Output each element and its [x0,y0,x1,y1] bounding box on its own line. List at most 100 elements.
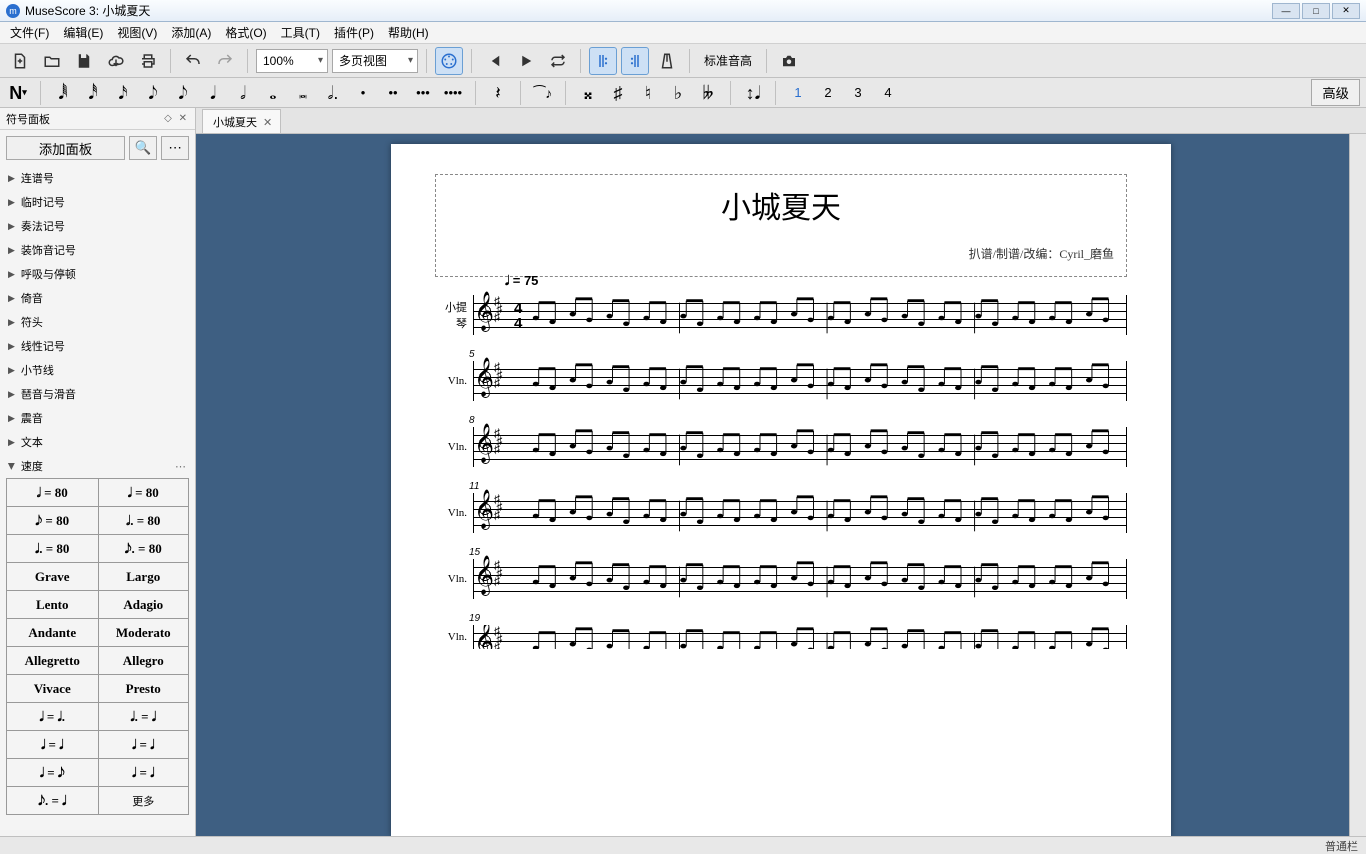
menu-view[interactable]: 视图(V) [111,22,163,43]
voice-2[interactable]: 2 [816,81,840,105]
redo-button[interactable] [211,47,239,75]
rest-button[interactable]: 𝄽 [486,81,510,105]
palette-undock-icon[interactable]: ◇ ✕ [164,113,189,124]
undo-button[interactable] [179,47,207,75]
tempo-cell[interactable]: 𝅘𝅥 = 80 [98,479,190,507]
voice-1[interactable]: 1 [786,81,810,105]
tempo-cell[interactable]: Andante [6,619,98,647]
camera-button[interactable] [775,47,803,75]
note-half[interactable]: 𝅗𝅥 [231,81,255,105]
zoom-combo[interactable]: 100% [256,49,328,73]
palette-item[interactable]: ▶线性记号 [0,334,195,358]
print-button[interactable] [134,47,162,75]
new-file-button[interactable] [6,47,34,75]
staff-system[interactable]: Vln. 8 𝄞 ♯ ♯♯ [435,427,1127,467]
staff-system[interactable]: Vln. 11 𝄞 ♯ ♯♯ [435,493,1127,533]
tempo-cell[interactable]: 𝅘𝅥𝅮. = 𝅘𝅥 [6,787,98,815]
minimize-button[interactable]: — [1272,3,1300,19]
tempo-cell-more[interactable]: 更多 [98,787,190,815]
tempo-cell[interactable]: 𝅘𝅥 = 𝅘𝅥𝅮 [6,759,98,787]
tempo-cell[interactable]: Lento [6,591,98,619]
staff-system[interactable]: Vln. 15 𝄞 ♯ ♯♯ [435,559,1127,599]
tempo-cell[interactable]: Vivace [6,675,98,703]
note-breve[interactable]: 𝅜 [291,81,315,105]
voice-3[interactable]: 3 [846,81,870,105]
tempo-cell[interactable]: 𝅘𝅥𝅮. = 80 [98,535,190,563]
play-button[interactable] [512,47,540,75]
open-file-button[interactable] [38,47,66,75]
title-frame[interactable]: 小城夏天 扒谱/制谱/改编：Cyril_磨鱼 [435,174,1127,277]
add-palette-button[interactable]: 添加面板 [6,136,125,160]
loop-button[interactable] [544,47,572,75]
staff-system[interactable]: 小提琴 𝅘𝅥 = 75 𝄞 ♯ ♯♯ 44 [435,295,1127,335]
tab-close-icon[interactable]: ✕ [263,116,272,129]
double-sharp-icon[interactable]: 𝄪 [576,81,600,105]
maximize-button[interactable]: □ [1302,3,1330,19]
note-whole[interactable]: 𝅝 [261,81,285,105]
viewmode-combo[interactable]: 多页视图 [332,49,418,73]
palette-item[interactable]: ▶临时记号 [0,190,195,214]
midi-button[interactable] [435,47,463,75]
voice-4[interactable]: 4 [876,81,900,105]
save-button[interactable] [70,47,98,75]
palette-item[interactable]: ▶倚音 [0,286,195,310]
palette-item[interactable]: ▶琶音与滑音 [0,382,195,406]
tempo-cell[interactable]: 𝅗𝅥. = 80 [98,507,190,535]
note-quarter[interactable]: 𝅘𝅥 [201,81,225,105]
note-8th-alt[interactable]: 𝅘𝅥𝅮 [171,81,195,105]
tie-button[interactable]: ⁀♪ [531,81,555,105]
menu-edit[interactable]: 编辑(E) [57,22,109,43]
rewind-button[interactable] [480,47,508,75]
double-flat-icon[interactable]: 𝄫 [696,81,720,105]
palette-item[interactable]: ▶符头 [0,310,195,334]
palette-item[interactable]: ▶震音 [0,406,195,430]
cloud-button[interactable] [102,47,130,75]
palette-item[interactable]: ▶小节线 [0,358,195,382]
palette-item[interactable]: ▶文本 [0,430,195,454]
natural-icon[interactable]: ♮ [636,81,660,105]
flip-stem-button[interactable]: ↕𝅘𝅥 [741,81,765,105]
repeat-out-button[interactable] [621,47,649,75]
tempo-cell[interactable]: Moderato [98,619,190,647]
metronome-button[interactable] [653,47,681,75]
palette-item-tempo[interactable]: ▶速度⋯ [0,454,195,478]
menu-tools[interactable]: 工具(T) [275,22,326,43]
tempo-cell[interactable]: 𝅘𝅥𝅮 = 80 [6,507,98,535]
tempo-cell[interactable]: Grave [6,563,98,591]
tempo-cell[interactable]: 𝅘𝅥 = 𝅘𝅥 [98,759,190,787]
quad-dot-button[interactable]: •••• [441,81,465,105]
menu-add[interactable]: 添加(A) [165,22,217,43]
advanced-button[interactable]: 高级 [1311,79,1360,106]
flat-icon[interactable]: ♭ [666,81,690,105]
score-title[interactable]: 小城夏天 [448,183,1114,227]
triple-dot-button[interactable]: ••• [411,81,435,105]
score-canvas[interactable]: 小城夏天 扒谱/制谱/改编：Cyril_磨鱼 小提琴 𝅘𝅥 = 75 𝄞 ♯ ♯… [196,134,1366,836]
noteinput-mode-button[interactable]: N▾ [6,81,30,105]
tempo-cell[interactable]: Allegro [98,647,190,675]
close-window-button[interactable]: ✕ [1332,3,1360,19]
tempo-cell[interactable]: 𝅘𝅥. = 80 [6,535,98,563]
sharp-icon[interactable]: ♯ [606,81,630,105]
repeat-in-button[interactable] [589,47,617,75]
tempo-cell[interactable]: Presto [98,675,190,703]
score-subtitle[interactable]: 扒谱/制谱/改编：Cyril_磨鱼 [448,245,1114,262]
tempo-cell[interactable]: Largo [98,563,190,591]
note-dotted-half[interactable]: 𝅗𝅥. [321,81,345,105]
note-16th[interactable]: 𝅘𝅥𝅯 [111,81,135,105]
note-64th[interactable]: 𝅘𝅥𝅱 [51,81,75,105]
score-tab[interactable]: 小城夏天 ✕ [202,109,281,133]
palette-search-button[interactable]: 🔍 [129,136,157,160]
palette-item[interactable]: ▶装饰音记号 [0,238,195,262]
staff-system[interactable]: Vln. 19 𝄞 ♯ ♯♯ [435,625,1127,649]
tempo-cell[interactable]: 𝅘𝅥. = 𝅘𝅥 [98,703,190,731]
palette-more-button[interactable]: ⋯ [161,136,189,160]
tempo-cell[interactable]: Allegretto [6,647,98,675]
staff-system[interactable]: Vln. 5 𝄞 ♯ ♯♯ [435,361,1127,401]
tempo-cell[interactable]: 𝅘𝅥 = 𝅘𝅥 [6,731,98,759]
tempo-mark[interactable]: 𝅘𝅥 = 75 [505,273,538,289]
menu-plugins[interactable]: 插件(P) [328,22,380,43]
palette-item[interactable]: ▶呼吸与停顿 [0,262,195,286]
tempo-cell[interactable]: 𝅗𝅥 = 80 [6,479,98,507]
menu-help[interactable]: 帮助(H) [382,22,435,43]
menu-format[interactable]: 格式(O) [219,22,272,43]
